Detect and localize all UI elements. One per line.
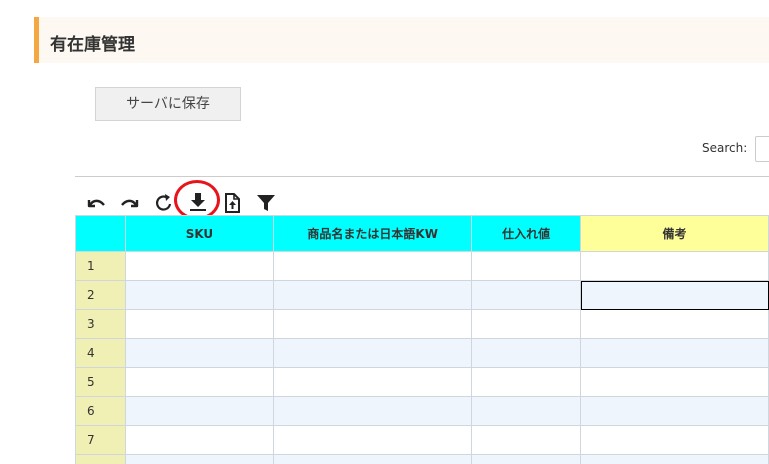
sku-cell[interactable]: [124, 251, 275, 281]
row-number[interactable]: 2: [75, 280, 126, 310]
filter-icon[interactable]: [255, 192, 277, 214]
row-number[interactable]: 3: [75, 309, 126, 339]
product-name-cell[interactable]: [273, 309, 473, 339]
search-label: Search:: [702, 141, 748, 155]
table-row: 7: [75, 425, 769, 455]
page-header: 有在庫管理: [34, 17, 769, 63]
download-icon[interactable]: [187, 190, 209, 212]
column-header-note[interactable]: 備考: [580, 215, 769, 252]
column-header-cost[interactable]: 仕入れ値: [471, 215, 582, 252]
upload-file-icon[interactable]: [221, 192, 243, 214]
table-row: 2: [75, 280, 769, 310]
note-cell[interactable]: [580, 251, 769, 281]
note-cell[interactable]: [580, 454, 769, 464]
row-number[interactable]: 4: [75, 338, 126, 368]
undo-icon[interactable]: [85, 192, 107, 214]
row-number[interactable]: 8: [75, 454, 126, 464]
note-cell[interactable]: [580, 309, 769, 339]
refresh-icon[interactable]: [153, 192, 175, 214]
table-row: 1: [75, 251, 769, 281]
cost-cell[interactable]: [471, 309, 582, 339]
cost-cell[interactable]: [471, 454, 582, 464]
product-name-cell[interactable]: [273, 425, 473, 455]
sku-cell[interactable]: [124, 425, 275, 455]
corner-header: [75, 215, 126, 252]
table-row: 4: [75, 338, 769, 368]
sku-cell[interactable]: [124, 280, 275, 310]
save-to-server-button[interactable]: サーバに保存: [95, 87, 241, 121]
note-cell[interactable]: [580, 280, 769, 310]
sku-cell[interactable]: [124, 396, 275, 426]
row-number[interactable]: 6: [75, 396, 126, 426]
product-name-cell[interactable]: [273, 396, 473, 426]
note-cell[interactable]: [580, 396, 769, 426]
table-row: 6: [75, 396, 769, 426]
row-number[interactable]: 5: [75, 367, 126, 397]
note-cell[interactable]: [580, 338, 769, 368]
sku-cell[interactable]: [124, 454, 275, 464]
sku-cell[interactable]: [124, 338, 275, 368]
note-cell[interactable]: [580, 425, 769, 455]
cost-cell[interactable]: [471, 338, 582, 368]
product-name-cell[interactable]: [273, 280, 473, 310]
search-input[interactable]: [755, 136, 769, 162]
note-cell[interactable]: [580, 367, 769, 397]
cost-cell[interactable]: [471, 280, 582, 310]
product-name-cell[interactable]: [273, 367, 473, 397]
row-number[interactable]: 7: [75, 425, 126, 455]
cost-cell[interactable]: [471, 367, 582, 397]
sku-cell[interactable]: [124, 367, 275, 397]
product-name-cell[interactable]: [273, 338, 473, 368]
toolbar-divider: [75, 176, 769, 177]
redo-icon[interactable]: [119, 192, 141, 214]
column-header-product-name[interactable]: 商品名または日本語KW: [273, 215, 473, 252]
sku-cell[interactable]: [124, 309, 275, 339]
table-row: 5: [75, 367, 769, 397]
table-row: 8: [75, 454, 769, 464]
grid-header-row: SKU 商品名または日本語KW 仕入れ値 備考: [75, 215, 769, 252]
cost-cell[interactable]: [471, 251, 582, 281]
inventory-grid: SKU 商品名または日本語KW 仕入れ値 備考 12345678: [75, 215, 769, 464]
product-name-cell[interactable]: [273, 251, 473, 281]
row-number[interactable]: 1: [75, 251, 126, 281]
cost-cell[interactable]: [471, 425, 582, 455]
product-name-cell[interactable]: [273, 454, 473, 464]
page-title: 有在庫管理: [50, 35, 135, 55]
table-row: 3: [75, 309, 769, 339]
column-header-sku[interactable]: SKU: [124, 215, 275, 252]
cost-cell[interactable]: [471, 396, 582, 426]
